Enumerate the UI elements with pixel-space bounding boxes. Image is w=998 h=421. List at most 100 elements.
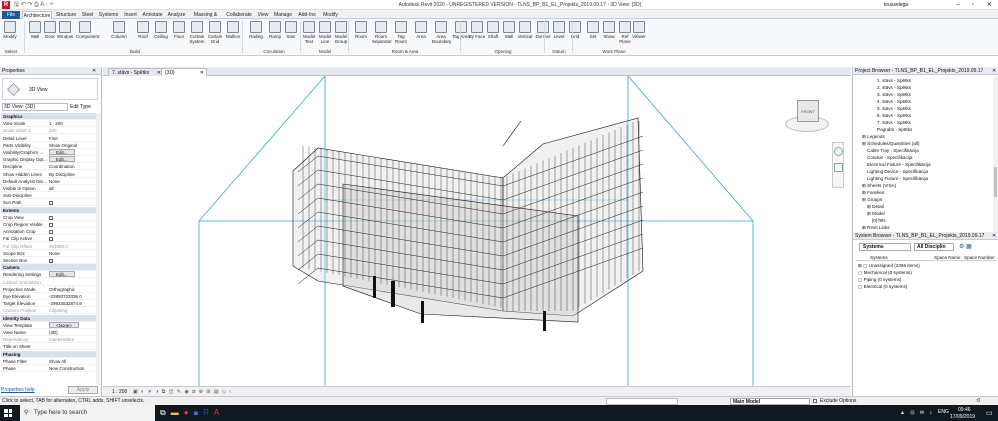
- tool-railing[interactable]: Railing: [247, 20, 265, 48]
- tool-stair[interactable]: Stair: [282, 20, 300, 48]
- property-row[interactable]: Annotation Crop: [1, 228, 97, 236]
- property-checkbox[interactable]: ✓: [49, 257, 96, 264]
- property-row[interactable]: Projection Mode Orthographic: [1, 286, 97, 293]
- tab-view[interactable]: View: [256, 11, 270, 19]
- property-value[interactable]: all: [49, 185, 96, 192]
- property-checkbox[interactable]: [49, 228, 96, 235]
- tab-7-stavs[interactable]: 7. stāvs - Spētks ✕: [108, 68, 164, 76]
- property-row[interactable]: View Scale 1 : 200: [1, 120, 97, 128]
- property-row[interactable]: Crop View: [1, 214, 97, 221]
- group-opening[interactable]: Opening: [462, 49, 544, 54]
- property-row[interactable]: View Name {3D}: [1, 329, 97, 336]
- tab-steel[interactable]: Steel: [80, 11, 95, 19]
- tool-floor[interactable]: Floor: [170, 20, 188, 48]
- tool-mullion[interactable]: Mullion: [224, 20, 242, 48]
- 3d-view-canvas[interactable]: FRONT: [103, 75, 851, 386]
- property-value[interactable]: None: [49, 178, 96, 185]
- edit-button[interactable]: Edit...: [49, 149, 75, 155]
- tree-item[interactable]: Lighting Device - Specifikācija: [867, 168, 928, 175]
- tree-item[interactable]: ⊞ Families: [862, 189, 884, 196]
- tree-item[interactable]: Lighting Fixture - Specifikācija: [867, 175, 928, 182]
- property-row[interactable]: Target Elevation -29934532874.8: [1, 300, 97, 308]
- tab-manage[interactable]: Manage: [272, 11, 294, 19]
- property-value[interactable]: Adjusting: [49, 307, 96, 314]
- tree-item[interactable]: 5. stāvs - Spētks: [877, 105, 911, 112]
- tree-item[interactable]: 6. stāvs - Spētks: [877, 112, 911, 119]
- col-space-name[interactable]: Space Name: [934, 254, 961, 261]
- property-row[interactable]: Graphic Display Opt... Edit...: [1, 156, 97, 164]
- building-model[interactable]: [292, 117, 644, 323]
- tree-item[interactable]: ⊞ Detail: [867, 203, 884, 210]
- language-indicator[interactable]: ENG: [938, 409, 949, 415]
- instance-selector[interactable]: 3D View: {3D}: [2, 103, 68, 111]
- tree-item[interactable]: ⊞ Legends: [862, 133, 885, 140]
- checkbox-icon[interactable]: [813, 398, 817, 403]
- tree-item[interactable]: Pagrabs - Spētks: [877, 126, 912, 133]
- tool-component[interactable]: Component: [76, 20, 99, 48]
- tree-item[interactable]: 1. stāvs - Spētks: [877, 77, 911, 84]
- tab-structure[interactable]: Structure: [54, 11, 78, 19]
- property-checkbox[interactable]: [49, 214, 96, 221]
- tool-grid[interactable]: Grid: [566, 20, 584, 48]
- chrome-icon[interactable]: ●: [184, 408, 194, 417]
- viewcube[interactable]: FRONT: [781, 94, 833, 134]
- property-row[interactable]: Visible In Option all: [1, 185, 97, 192]
- tool-viewer[interactable]: Viewer: [630, 20, 648, 48]
- tool-column[interactable]: Column: [110, 20, 128, 48]
- tree-item[interactable]: 4. stāvs - Spētks: [877, 98, 911, 105]
- close-icon[interactable]: ✕: [987, 0, 992, 10]
- tab-file[interactable]: File: [2, 11, 20, 19]
- tab-analyze[interactable]: Analyze: [166, 11, 187, 19]
- group-circulation[interactable]: Circulation: [244, 49, 304, 54]
- close-icon[interactable]: ✕: [92, 68, 96, 74]
- property-value[interactable]: Independent: [49, 336, 96, 343]
- property-row[interactable]: Eye Elevation -22893723336.0: [1, 293, 97, 300]
- navigation-bar[interactable]: [832, 142, 844, 188]
- tree-item[interactable]: ⊞ Groups: [862, 196, 882, 203]
- property-row[interactable]: Locked Orientation: [1, 279, 97, 286]
- design-option-select[interactable]: Main Model: [730, 398, 810, 405]
- property-row[interactable]: Phase Filter Show All: [1, 358, 97, 365]
- property-row[interactable]: Title on Sheet: [1, 343, 97, 351]
- property-row[interactable]: Default Analysis Dis... None: [1, 178, 97, 185]
- workset-field[interactable]: [606, 398, 678, 405]
- col-space-number[interactable]: Space Number: [964, 254, 995, 261]
- property-value[interactable]: -29934532874.8: [49, 300, 96, 307]
- property-value[interactable]: Show All: [49, 358, 96, 365]
- checkbox-icon[interactable]: [49, 237, 53, 242]
- tree-item[interactable]: ⊞ Model: [867, 210, 885, 217]
- property-edit-button[interactable]: Edit...: [49, 149, 96, 156]
- system-row[interactable]: ▢ Mechanical (0 systems): [858, 269, 912, 276]
- properties-scrollbar[interactable]: [96, 113, 100, 385]
- property-row[interactable]: Discipline Coordination: [1, 163, 97, 171]
- system-row[interactable]: ▢ Electrical (0 systems): [858, 283, 907, 290]
- revit-logo-icon[interactable]: R: [2, 1, 10, 9]
- group-room-area[interactable]: Room & Area: [350, 49, 460, 54]
- tree-item[interactable]: Electrical Fixture - Specifikācija: [867, 161, 931, 168]
- type-selector[interactable]: 3D View: [2, 78, 98, 100]
- checkbox-icon[interactable]: [49, 215, 53, 220]
- close-icon[interactable]: ✕: [992, 233, 996, 239]
- group-select[interactable]: Select: [1, 49, 21, 54]
- tool-area[interactable]: Area: [412, 20, 430, 48]
- tool-area-boundary[interactable]: Area Boundary: [432, 20, 451, 48]
- start-icon[interactable]: [4, 409, 12, 417]
- file-explorer-icon[interactable]: ▬: [171, 408, 184, 417]
- group-datum[interactable]: Datum: [546, 49, 572, 54]
- quick-access-toolbar[interactable]: 🖫 ↶ ↷ ⎙ A ◦ ⌖: [14, 1, 54, 9]
- checkbox-icon[interactable]: [49, 201, 53, 206]
- tool-room-separator[interactable]: Room Separator: [372, 20, 392, 48]
- property-row[interactable]: Far Clip Active: [1, 235, 97, 243]
- tool-modify[interactable]: Modify: [1, 20, 19, 48]
- browser-scrollbar[interactable]: [993, 77, 998, 232]
- tree-item[interactable]: ⊞ Revit Links: [862, 224, 890, 231]
- property-row[interactable]: Crop Region Visible: [1, 221, 97, 228]
- property-row[interactable]: Scope Box None: [1, 250, 97, 257]
- property-row[interactable]: Section Box ✓: [1, 257, 97, 264]
- tree-item[interactable]: 7. stāvs - Spētks: [877, 119, 911, 126]
- tool-ceiling[interactable]: Ceiling: [152, 20, 170, 48]
- tool-window[interactable]: Window: [56, 20, 74, 48]
- edit-button[interactable]: <None>: [49, 321, 80, 328]
- property-row[interactable]: Show Hidden Lines By Discipline: [1, 171, 97, 178]
- clock-time[interactable]: 09:46: [958, 407, 971, 413]
